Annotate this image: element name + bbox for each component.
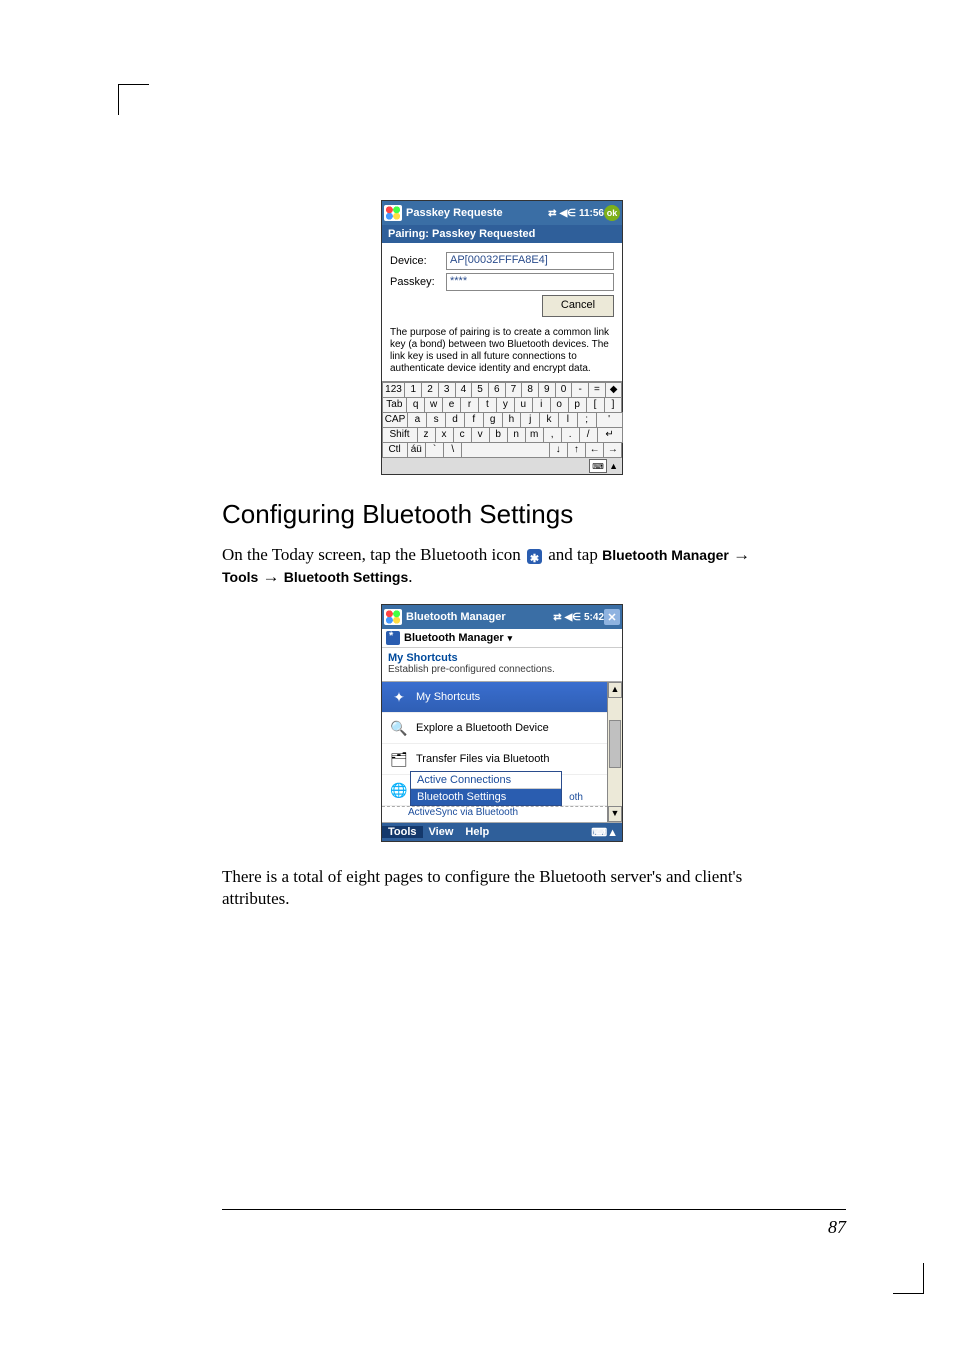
scroll-up-icon[interactable]: ▲ bbox=[608, 682, 622, 698]
scroll-thumb[interactable] bbox=[609, 720, 621, 768]
arrow-icon: → bbox=[733, 545, 750, 564]
connectivity-icon[interactable]: ⇄ bbox=[553, 612, 561, 623]
sip-toggle[interactable]: ⌨▲ bbox=[585, 826, 622, 839]
osk-row-4: Shift z x c v b n m , . / ↵ bbox=[382, 427, 622, 442]
menu-item-bluetooth-settings[interactable]: Bluetooth Settings bbox=[411, 789, 561, 805]
crop-mark-tl bbox=[118, 84, 149, 115]
menu-view[interactable]: View bbox=[423, 826, 460, 838]
titlebar: Passkey Requeste ⇄ ◀∈ 11:56 ok bbox=[382, 201, 622, 225]
window-title: Passkey Requeste bbox=[406, 207, 503, 219]
start-flag-icon[interactable] bbox=[384, 205, 402, 221]
pairing-description: The purpose of pairing is to create a co… bbox=[382, 325, 622, 381]
menu-item-active-connections[interactable]: Active Connections bbox=[411, 772, 561, 789]
section-heading: Configuring Bluetooth Settings bbox=[222, 499, 782, 530]
bluetooth-icon bbox=[386, 631, 400, 645]
dialup-icon: 🌐 bbox=[388, 780, 410, 800]
tools-menu-popup: Active Connections Bluetooth Settings ot… bbox=[410, 771, 562, 806]
list-item-partial-label: oth bbox=[569, 792, 583, 803]
form-area: Device: AP[00032FFFA8E4] Passkey: **** C… bbox=[382, 243, 622, 325]
footer-rule bbox=[222, 1209, 846, 1210]
device-label: Device: bbox=[390, 255, 446, 267]
keyboard-toggle-icon[interactable]: ⌨ bbox=[589, 459, 607, 473]
start-flag-icon[interactable] bbox=[384, 609, 402, 625]
osk-row-3: CAP a s d f g h j k l ; ' bbox=[382, 412, 622, 427]
page-content: Passkey Requeste ⇄ ◀∈ 11:56 ok Pairing: … bbox=[222, 200, 782, 926]
clock: 5:42 bbox=[584, 612, 604, 623]
status-icons: ⇄ ◀∈ 11:56 bbox=[548, 208, 604, 219]
scroll-down-icon[interactable]: ▼ bbox=[608, 806, 622, 822]
bt-manager-label: Bluetooth Manager bbox=[404, 632, 512, 644]
osk-row-2: Tab q w e r t y u i o p [ ] bbox=[382, 397, 622, 412]
cancel-button[interactable]: Cancel bbox=[542, 295, 614, 317]
sip-arrow-icon[interactable]: ▲ bbox=[609, 461, 618, 471]
paragraph-2: There is a total of eight pages to confi… bbox=[222, 866, 782, 910]
list-item-partial[interactable]: ActiveSync via Bluetooth bbox=[382, 806, 608, 820]
arrow-icon: → bbox=[263, 567, 280, 586]
ok-button[interactable]: ok bbox=[604, 205, 620, 221]
status-icons: ⇄ ◀∈ 5:42 bbox=[553, 612, 604, 623]
passkey-input[interactable]: **** bbox=[446, 273, 614, 291]
menu-bar: Tools View Help ⌨▲ bbox=[382, 823, 622, 841]
screenshot-bluetooth-manager: Bluetooth Manager ⇄ ◀∈ 5:42 ✕ Bluetooth … bbox=[381, 604, 623, 842]
osk-row-5: Ctl áü ` \ ↓ ↑ ← → bbox=[382, 442, 622, 457]
connectivity-icon[interactable]: ⇄ bbox=[548, 208, 556, 219]
menu-tools[interactable]: Tools bbox=[382, 826, 423, 838]
menu-help[interactable]: Help bbox=[459, 826, 495, 838]
speaker-icon[interactable]: ◀∈ bbox=[560, 208, 576, 219]
my-shortcuts-header: My Shortcuts bbox=[382, 648, 622, 664]
scrollbar[interactable]: ▲ ▼ bbox=[607, 682, 622, 822]
clock: 11:56 bbox=[579, 208, 604, 219]
bt-manager-row[interactable]: Bluetooth Manager bbox=[382, 629, 622, 648]
on-screen-keyboard[interactable]: 123 1 2 3 4 5 6 7 8 9 0 - = ◆ Tab q w e … bbox=[382, 381, 622, 474]
device-value: AP[00032FFFA8E4] bbox=[446, 252, 614, 270]
speaker-icon[interactable]: ◀∈ bbox=[565, 612, 581, 623]
explore-icon: 🔍 bbox=[388, 718, 410, 738]
crop-mark-br bbox=[893, 1263, 924, 1294]
shortcut-list: ✦ My Shortcuts 🔍 Explore a Bluetooth Dev… bbox=[382, 681, 622, 823]
passkey-label: Passkey: bbox=[390, 276, 446, 288]
shortcuts-icon: ✦ bbox=[388, 687, 410, 707]
list-item[interactable]: ✦ My Shortcuts bbox=[382, 682, 608, 713]
my-shortcuts-sub: Establish pre-configured connections. bbox=[382, 664, 622, 681]
close-button[interactable]: ✕ bbox=[604, 609, 620, 625]
list-item[interactable]: 🔍 Explore a Bluetooth Device bbox=[382, 713, 608, 744]
sip-bar: ⌨ ▲ bbox=[382, 457, 622, 474]
window-title: Bluetooth Manager bbox=[406, 611, 506, 623]
screenshot-passkey-dialog: Passkey Requeste ⇄ ◀∈ 11:56 ok Pairing: … bbox=[381, 200, 623, 475]
bluetooth-icon bbox=[527, 549, 542, 564]
page-number: 87 bbox=[828, 1217, 846, 1238]
titlebar: Bluetooth Manager ⇄ ◀∈ 5:42 ✕ bbox=[382, 605, 622, 629]
dialog-header: Pairing: Passkey Requested bbox=[382, 225, 622, 243]
osk-row-1: 123 1 2 3 4 5 6 7 8 9 0 - = ◆ bbox=[382, 382, 622, 397]
transfer-icon: 🗂 bbox=[388, 749, 410, 769]
paragraph-1: On the Today screen, tap the Bluetooth i… bbox=[222, 544, 782, 588]
